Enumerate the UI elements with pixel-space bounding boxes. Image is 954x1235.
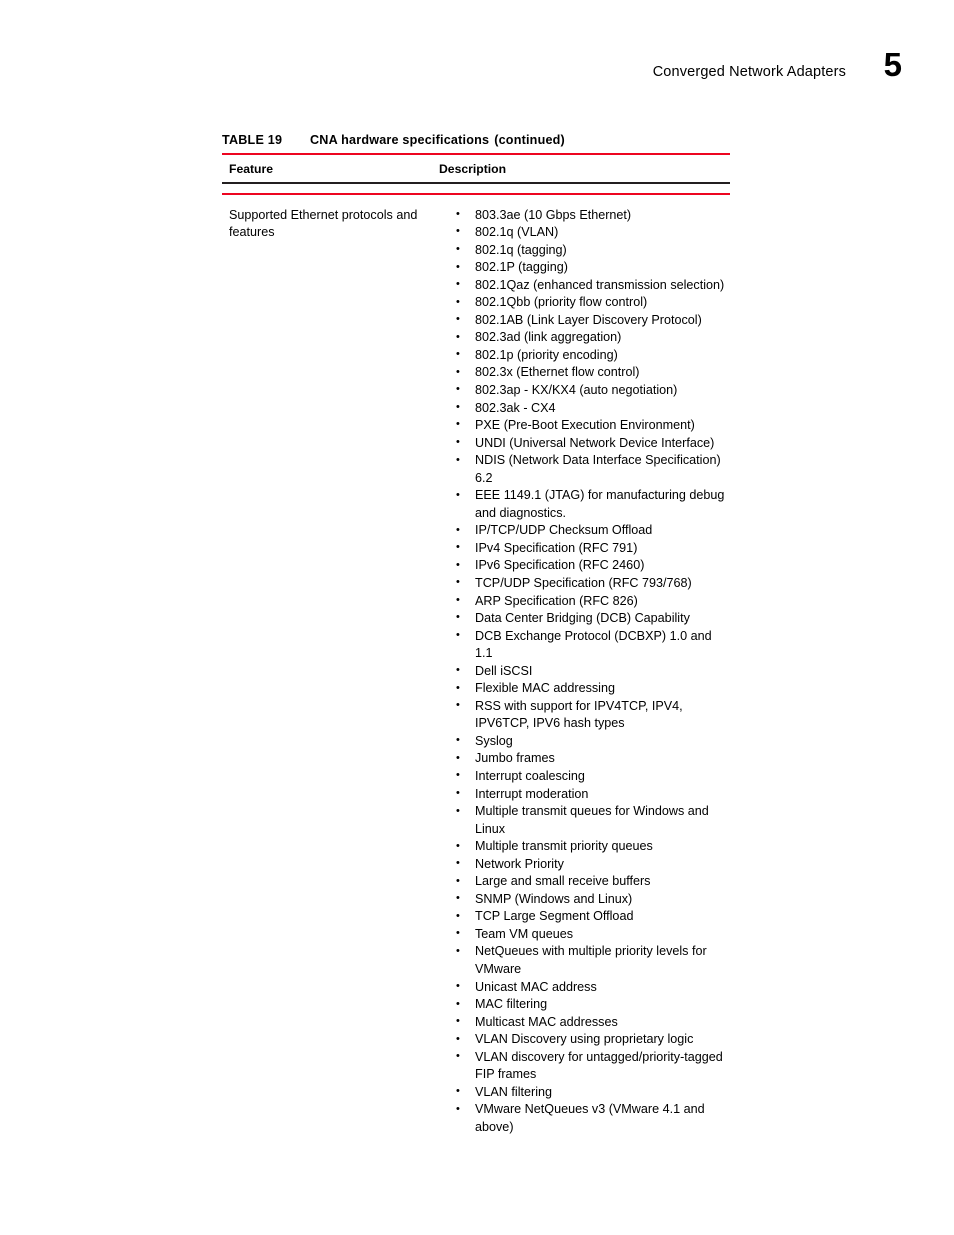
table-caption-title-group: CNA hardware specifications (continued) xyxy=(310,133,565,147)
list-item: 802.1q (VLAN) xyxy=(443,223,730,242)
list-item: Interrupt moderation xyxy=(443,785,730,804)
chapter-number: 5 xyxy=(883,46,902,83)
list-item: 802.1Qaz (enhanced transmission selectio… xyxy=(443,276,730,295)
table-column-headers: Feature Description xyxy=(222,155,730,182)
list-item: VLAN Discovery using proprietary logic xyxy=(443,1031,730,1049)
specification-list: 803.3ae (10 Gbps Ethernet)802.1q (VLAN)8… xyxy=(443,206,730,1137)
list-item: IPv4 Specification (RFC 791) xyxy=(443,539,730,558)
list-item: Syslog xyxy=(443,732,730,751)
list-item: UNDI (Universal Network Device Interface… xyxy=(443,434,730,453)
table-caption-label: TABLE 19 xyxy=(222,133,283,147)
list-item: 802.3x (Ethernet flow control) xyxy=(443,364,730,382)
list-item: ARP Specification (RFC 826) xyxy=(443,592,730,611)
list-item: NDIS (Network Data Interface Specificati… xyxy=(443,452,730,487)
list-item: 802.1Qbb (priority flow control) xyxy=(443,294,730,312)
list-item: MAC filtering xyxy=(443,996,730,1014)
list-item: TCP/UDP Specification (RFC 793/768) xyxy=(443,574,730,593)
list-item: 802.1P (tagging) xyxy=(443,259,730,277)
table-row: Supported Ethernet protocols and feature… xyxy=(222,195,730,1137)
list-item: RSS with support for IPV4TCP, IPV4, IPV6… xyxy=(443,697,730,733)
list-item: 802.1AB (Link Layer Discovery Protocol) xyxy=(443,311,730,330)
list-item: 802.1q (tagging) xyxy=(443,241,730,260)
list-item: PXE (Pre-Boot Execution Environment) xyxy=(443,416,730,435)
list-item: Multiple transmit priority queues xyxy=(443,838,730,856)
table-caption: TABLE 19 CNA hardware specifications (con… xyxy=(222,133,730,153)
list-item: Dell iSCSI xyxy=(443,662,730,681)
list-item: 802.3ad (link aggregation) xyxy=(443,329,730,347)
list-item: Interrupt coalescing xyxy=(443,767,730,786)
list-item: SNMP (Windows and Linux) xyxy=(443,890,730,909)
table-caption-title: CNA hardware specifications xyxy=(310,133,490,147)
list-item: Multiple transmit queues for Windows and… xyxy=(443,802,730,838)
list-item: DCB Exchange Protocol (DCBXP) 1.0 and 1.… xyxy=(443,627,730,663)
running-header: Converged Network Adapters 5 xyxy=(0,48,954,100)
document-page: Converged Network Adapters 5 TABLE 19 CN… xyxy=(0,0,954,1235)
list-item: Multicast MAC addresses xyxy=(443,1013,730,1032)
list-item: Network Priority xyxy=(443,855,730,874)
list-item: 802.3ap - KX/KX4 (auto negotiation) xyxy=(443,381,730,400)
list-item: Team VM queues xyxy=(443,925,730,944)
list-item: 803.3ae (10 Gbps Ethernet) xyxy=(443,206,730,225)
list-item: Jumbo frames xyxy=(443,750,730,768)
running-header-title: Converged Network Adapters xyxy=(652,64,846,80)
list-item: Large and small receive buffers xyxy=(443,873,730,891)
list-item: VMware NetQueues v3 (VMware 4.1 and abov… xyxy=(443,1101,730,1136)
list-item: Flexible MAC addressing xyxy=(443,680,730,698)
list-item: IPv6 Specification (RFC 2460) xyxy=(443,557,730,575)
list-item: Data Center Bridging (DCB) Capability xyxy=(443,609,730,628)
cell-feature: Supported Ethernet protocols and feature… xyxy=(229,207,418,239)
list-item: IP/TCP/UDP Checksum Offload xyxy=(443,522,730,540)
column-header-description: Description xyxy=(439,162,507,176)
list-item: Unicast MAC address xyxy=(443,978,730,997)
column-header-feature: Feature xyxy=(229,162,274,176)
table-header-gap xyxy=(222,184,730,193)
list-item: 802.1p (priority encoding) xyxy=(443,346,730,365)
list-item: TCP Large Segment Offload xyxy=(443,908,730,926)
list-item: 802.3ak - CX4 xyxy=(443,399,730,418)
table-caption-continued: (continued) xyxy=(494,133,565,147)
list-item: EEE 1149.1 (JTAG) for manufacturing debu… xyxy=(443,487,730,522)
cell-description: 803.3ae (10 Gbps Ethernet)802.1q (VLAN)8… xyxy=(439,206,730,1137)
list-item: VLAN discovery for untagged/priority-tag… xyxy=(443,1048,730,1084)
list-item: NetQueues with multiple priority levels … xyxy=(443,943,730,978)
list-item: VLAN filtering xyxy=(443,1083,730,1102)
specifications-table: TABLE 19 CNA hardware specifications (con… xyxy=(222,133,730,1136)
